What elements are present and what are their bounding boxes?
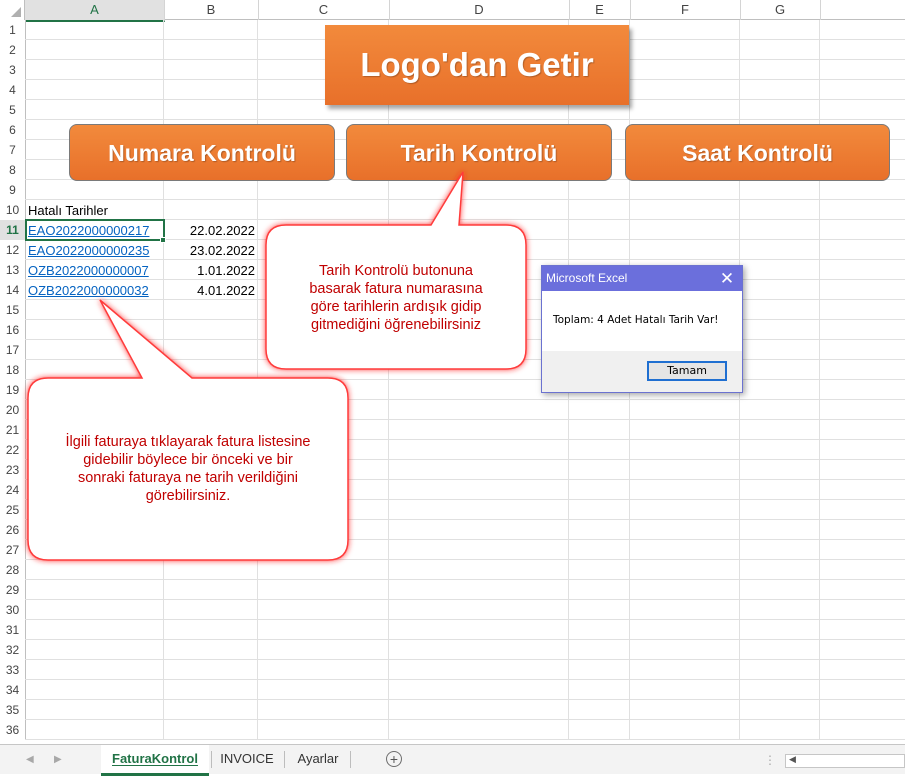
dialog-body: Toplam: 4 Adet Hatalı Tarih Var! bbox=[542, 291, 742, 351]
tarih-callout-text: Tarih Kontrolü butonuna basarak fatura n… bbox=[266, 262, 526, 334]
tab-separator bbox=[284, 751, 285, 768]
ok-button[interactable]: Tamam bbox=[647, 361, 727, 381]
tab-invoice[interactable]: INVOICE bbox=[213, 745, 281, 773]
tarih-callout-line: Tarih Kontrolü butonuna bbox=[319, 263, 473, 279]
tab-faturakontrol[interactable]: FaturaKontrol bbox=[101, 745, 209, 776]
horizontal-scrollbar[interactable]: ◀ bbox=[785, 754, 905, 768]
tarih-help-callout bbox=[27, 171, 527, 561]
invoice-callout-text: İlgili faturaya tıklayarak fatura listes… bbox=[28, 433, 348, 505]
add-sheet-icon[interactable]: + bbox=[386, 751, 402, 767]
tab-separator bbox=[350, 751, 351, 768]
tarih-callout-line: gitmediğini öğrenebilirsiniz bbox=[310, 317, 482, 333]
tarih-callout-line: göre tarihlerin ardışık gidip bbox=[310, 299, 482, 315]
invoice-callout-line: İlgili faturaya tıklayarak fatura listes… bbox=[65, 434, 311, 450]
invoice-callout-line: gidebilir böylece bir önceki ve bir bbox=[83, 452, 293, 468]
close-icon[interactable]: ✕ bbox=[712, 266, 742, 291]
more-options-icon[interactable]: ⋮ bbox=[764, 753, 776, 767]
scroll-left-icon[interactable]: ◀ bbox=[789, 754, 796, 765]
invoice-callout-line: sonraki faturaya ne tarih verildiğini bbox=[77, 470, 299, 486]
scroll-left-icon[interactable]: ◀ bbox=[26, 754, 34, 765]
invoice-callout-line: görebilirsiniz. bbox=[145, 488, 231, 504]
tarih-callout-line: basarak fatura numarasına bbox=[309, 281, 483, 297]
scroll-right-icon[interactable]: ▶ bbox=[54, 754, 62, 765]
sheet-tab-bar: ◀ ▶ FaturaKontrol INVOICE Ayarlar + ⋮ ◀ bbox=[0, 744, 905, 776]
tab-separator bbox=[211, 751, 212, 768]
message-dialog: Microsoft Excel ✕ Toplam: 4 Adet Hatalı … bbox=[541, 265, 743, 393]
tab-ayarlar[interactable]: Ayarlar bbox=[288, 745, 348, 773]
dialog-message: Toplam: 4 Adet Hatalı Tarih Var! bbox=[553, 314, 719, 326]
